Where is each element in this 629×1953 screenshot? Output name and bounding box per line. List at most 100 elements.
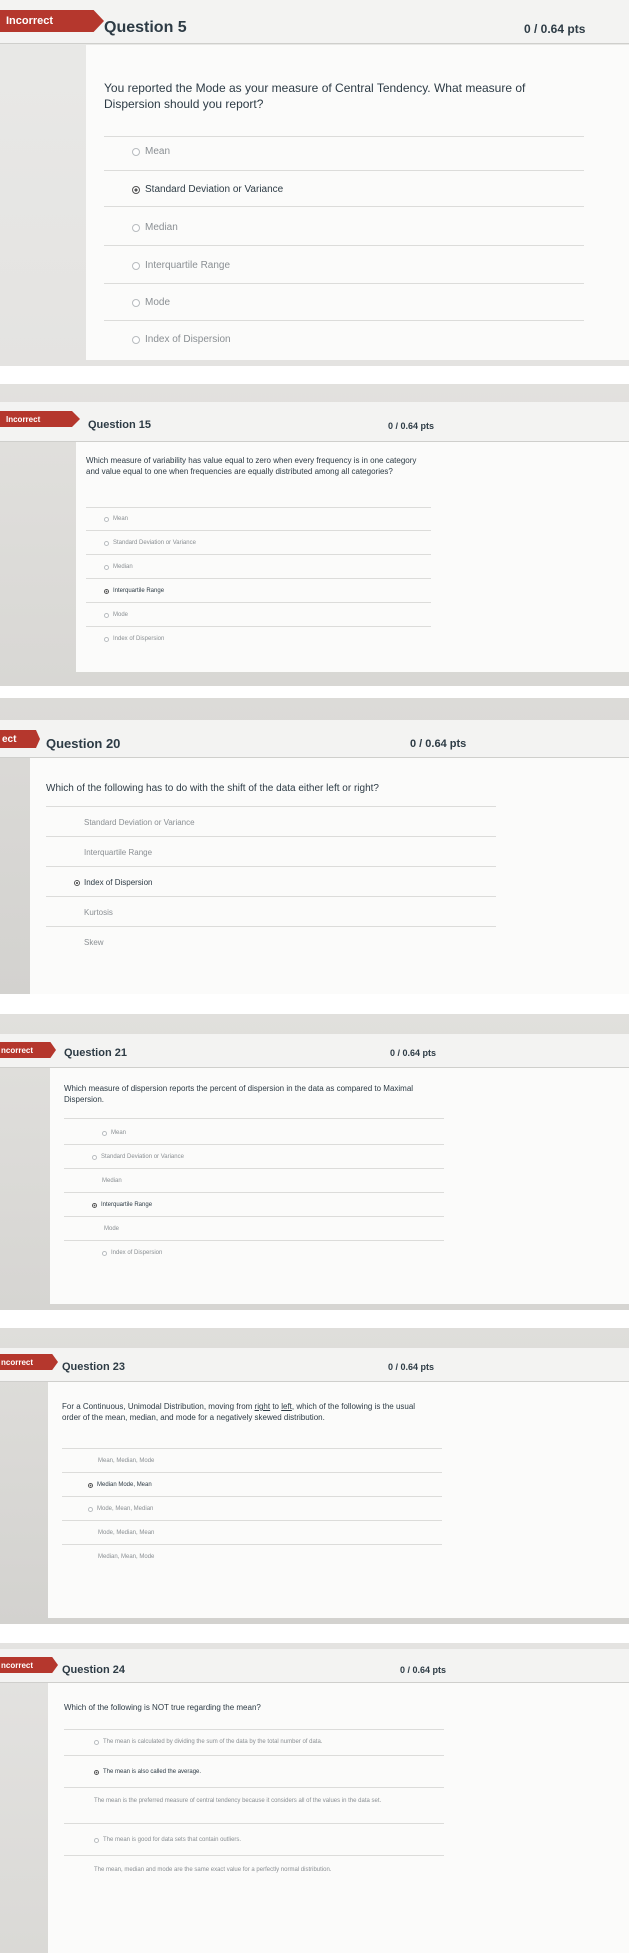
divider	[86, 578, 431, 579]
divider	[64, 1168, 444, 1169]
status-badge: ncorrect	[0, 1354, 58, 1370]
divider	[46, 866, 496, 867]
option-label: Mode	[145, 297, 171, 308]
answer-option[interactable]: Index of Dispersion	[102, 1250, 162, 1256]
answer-option[interactable]: Mean	[132, 146, 170, 157]
radio-button[interactable]	[88, 1506, 93, 1512]
question-points: 0 / 0.64 pts	[524, 22, 586, 36]
answer-option[interactable]: Interquartile Range	[132, 260, 230, 271]
answer-option[interactable]: Standard Deviation or Variance	[84, 818, 195, 827]
answer-option[interactable]: Median Mode, Mean	[88, 1482, 152, 1488]
divider	[104, 283, 584, 284]
radio-button[interactable]	[94, 1769, 99, 1775]
option-label: Interquartile Range	[101, 1202, 153, 1208]
answer-option[interactable]: Median	[102, 1178, 122, 1184]
radio-button[interactable]	[104, 564, 109, 570]
answer-option[interactable]: Kurtosis	[84, 908, 113, 917]
option-label: The mean is calculated by dividing the s…	[103, 1739, 323, 1745]
option-label: Standard Deviation or Variance	[84, 818, 195, 827]
answer-option[interactable]: Standard Deviation or Variance	[132, 184, 283, 195]
radio-button[interactable]	[132, 223, 140, 232]
question-text: Which measure of variability has value e…	[86, 456, 417, 476]
radio-button[interactable]	[104, 588, 109, 594]
answer-option[interactable]: Index of Dispersion	[132, 334, 231, 345]
divider	[64, 1823, 444, 1824]
radio-button[interactable]	[132, 335, 140, 344]
screenshot-question-23: ncorrect Question 23 0 / 0.64 pts For a …	[0, 1328, 629, 1624]
answer-option[interactable]: Index of Dispersion	[74, 878, 152, 887]
radio-button[interactable]	[74, 879, 80, 886]
divider	[86, 530, 431, 531]
question-points: 0 / 0.64 pts	[390, 1048, 437, 1058]
answer-option[interactable]: Median	[132, 222, 178, 233]
answer-option[interactable]: Mode, Mean, Median	[88, 1506, 153, 1512]
answer-option[interactable]: Interquartile Range	[84, 848, 152, 857]
radio-button[interactable]	[94, 1837, 99, 1843]
question-points: 0 / 0.64 pts	[400, 1665, 447, 1675]
question-text: You reported the Mode as your measure of…	[104, 81, 526, 112]
radio-button[interactable]	[102, 1130, 107, 1136]
divider	[104, 206, 584, 207]
screenshot-question-15: Incorrect Question 15 0 / 0.64 pts Which…	[0, 384, 629, 686]
answer-option[interactable]: Mode	[104, 1226, 119, 1232]
option-label: Index of Dispersion	[145, 334, 231, 345]
question-points: 0 / 0.64 pts	[388, 421, 435, 431]
radio-button[interactable]	[104, 612, 109, 618]
divider	[64, 1144, 444, 1145]
divider	[62, 1496, 442, 1497]
answer-option[interactable]: Interquartile Range	[92, 1202, 152, 1208]
answer-option[interactable]: The mean is good for data sets that cont…	[94, 1837, 241, 1843]
option-label: Median	[113, 564, 133, 570]
question-points: 0 / 0.64 pts	[410, 738, 467, 750]
status-badge: Incorrect	[0, 411, 80, 427]
divider	[86, 507, 431, 508]
answer-option[interactable]: Standard Deviation or Variance	[92, 1154, 184, 1160]
divider	[64, 1192, 444, 1193]
option-label: Index of Dispersion	[111, 1250, 163, 1256]
answer-option[interactable]: The mean is also called the average.	[94, 1769, 201, 1775]
question-title: Question 24	[62, 1664, 125, 1676]
radio-button[interactable]	[92, 1154, 97, 1160]
question-text: Which measure of dispersion reports the …	[64, 1084, 414, 1104]
option-label: The mean is also called the average.	[103, 1769, 202, 1775]
answer-option[interactable]: Mean	[102, 1130, 126, 1136]
radio-button[interactable]	[102, 1250, 107, 1256]
divider	[104, 136, 584, 137]
question-body	[48, 1683, 629, 1953]
option-label: Standard Deviation or Variance	[101, 1154, 184, 1160]
answer-option[interactable]: Mode, Median, Mean	[98, 1530, 154, 1536]
answer-option[interactable]: Mean, Median, Mode	[98, 1458, 154, 1464]
option-label: Mean	[111, 1130, 127, 1136]
option-label: Mode	[104, 1226, 120, 1232]
radio-button[interactable]	[88, 1482, 93, 1488]
answer-option[interactable]: Index of Dispersion	[104, 636, 164, 642]
radio-button[interactable]	[132, 185, 140, 194]
answer-option[interactable]: The mean, median and mode are the same e…	[94, 1867, 331, 1873]
radio-button[interactable]	[94, 1739, 99, 1745]
option-label: Standard Deviation or Variance	[113, 540, 196, 546]
answer-option[interactable]: Median, Mean, Mode	[98, 1554, 154, 1560]
screenshot-question-21: ncorrect Question 21 0 / 0.64 pts Which …	[0, 1014, 629, 1310]
question-text-part: For a Continuous, Unimodal Distribution,…	[62, 1402, 255, 1411]
answer-option[interactable]: Mode	[104, 612, 128, 618]
answer-option[interactable]: Median	[104, 564, 133, 570]
answer-option[interactable]: Mode	[132, 297, 170, 308]
screenshot-question-5: Incorrect Question 5 0 / 0.64 pts You re…	[0, 0, 629, 366]
answer-option[interactable]: Skew	[84, 938, 104, 947]
answer-option[interactable]: The mean is the preferred measure of cen…	[94, 1797, 424, 1805]
radio-button[interactable]	[104, 636, 109, 642]
answer-option[interactable]: The mean is calculated by dividing the s…	[94, 1739, 322, 1745]
answer-option[interactable]: Interquartile Range	[104, 588, 164, 594]
divider	[62, 1544, 442, 1545]
radio-button[interactable]	[104, 516, 109, 522]
radio-button[interactable]	[132, 298, 140, 307]
radio-button[interactable]	[132, 261, 140, 270]
answer-option[interactable]: Standard Deviation or Variance	[104, 540, 196, 546]
radio-button[interactable]	[132, 147, 140, 156]
option-label: Mode, Median, Mean	[98, 1530, 155, 1536]
radio-button[interactable]	[92, 1202, 97, 1208]
divider	[46, 896, 496, 897]
answer-option[interactable]: Mean	[104, 516, 128, 522]
radio-button[interactable]	[104, 540, 109, 546]
option-label: Median Mode, Mean	[97, 1482, 152, 1488]
